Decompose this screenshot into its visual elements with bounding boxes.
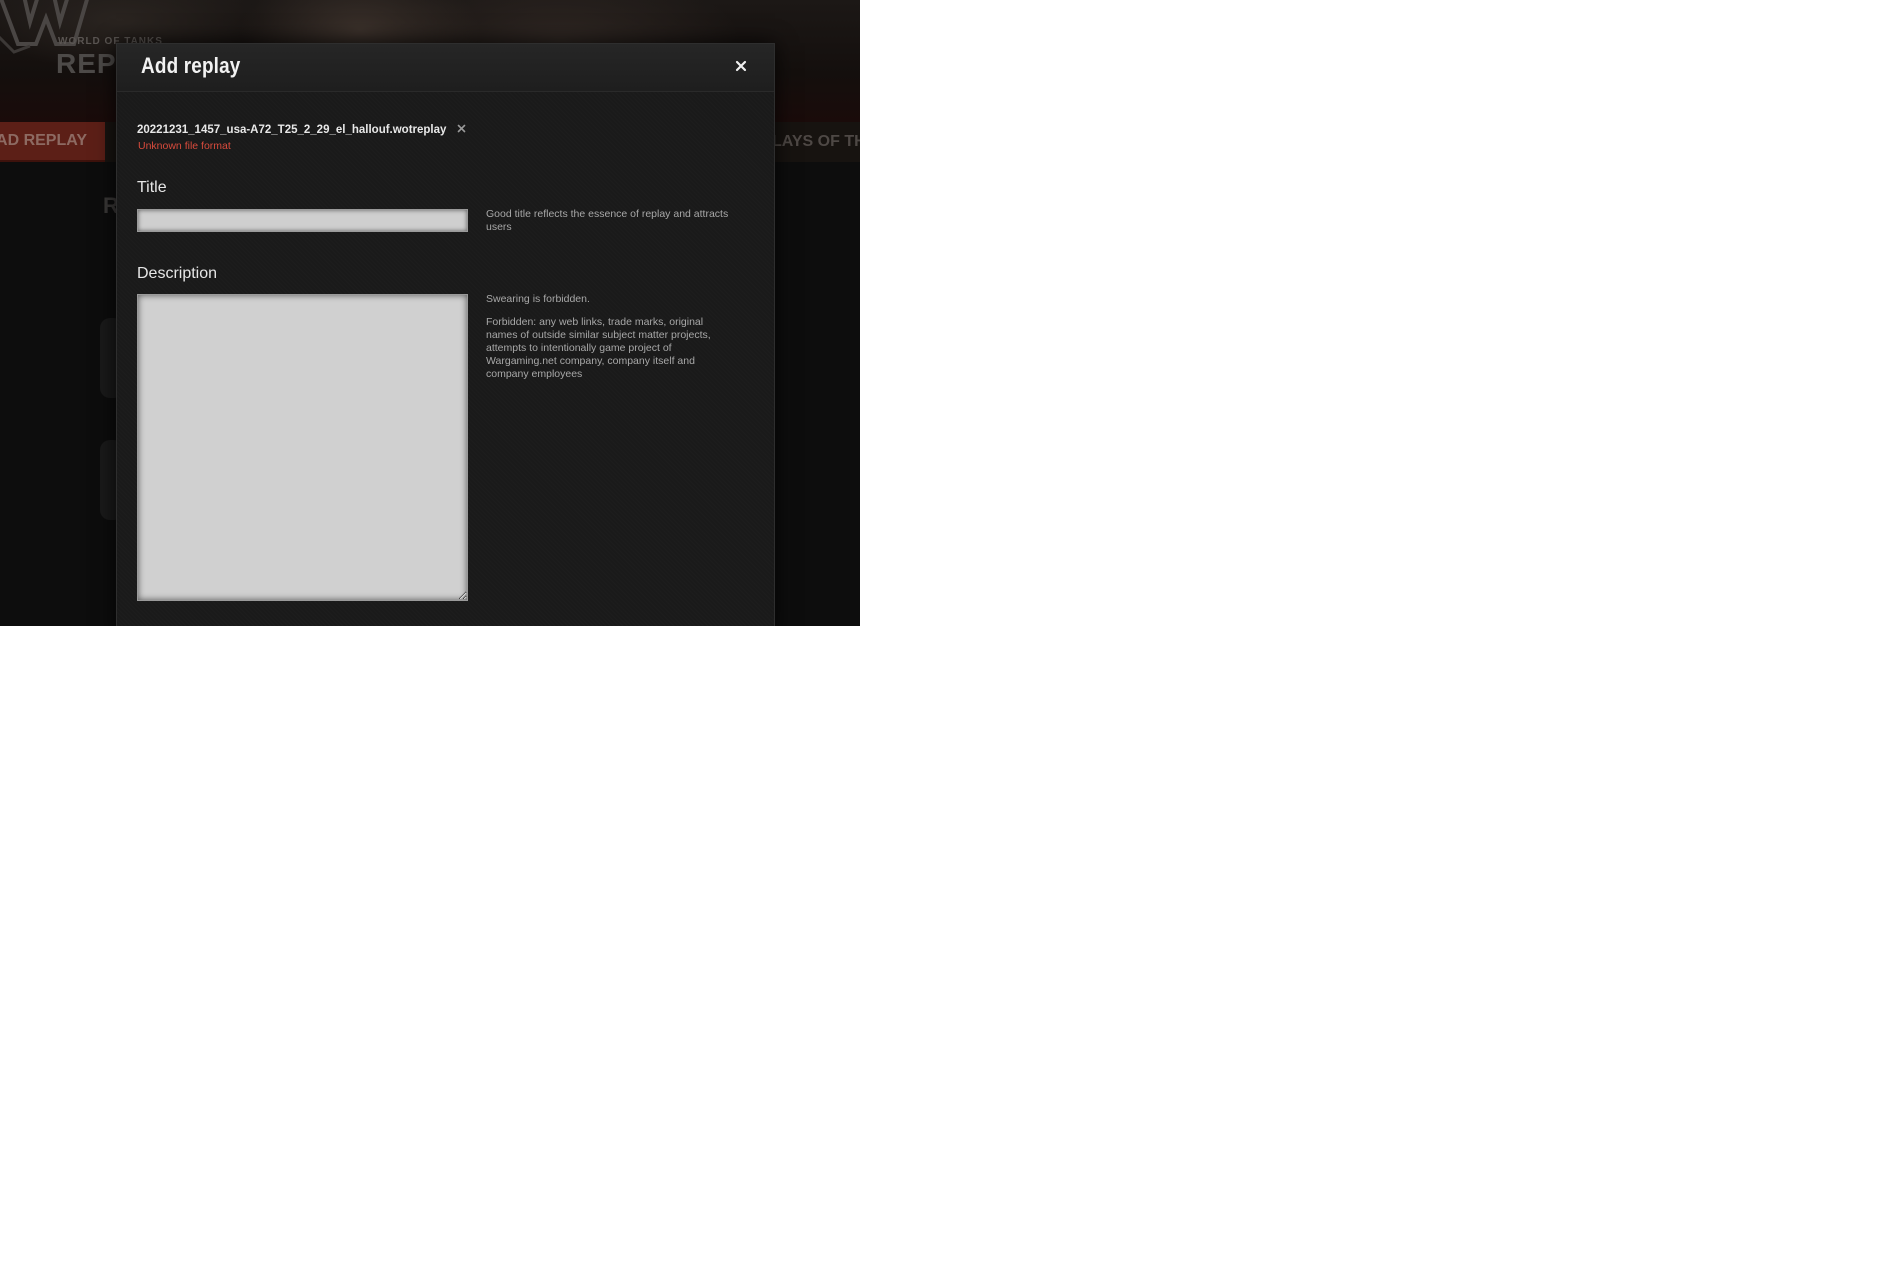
dialog-header: Add replay xyxy=(117,44,774,92)
remove-file-icon[interactable] xyxy=(457,124,466,133)
close-icon[interactable] xyxy=(731,56,751,76)
dialog-title: Add replay xyxy=(141,53,241,78)
description-textarea[interactable] xyxy=(137,294,468,601)
add-replay-dialog: Add replay 20221231_1457_usa-A72_T25_2_2… xyxy=(116,43,775,626)
nav-item-replays[interactable]: LAYS OF TH xyxy=(772,122,860,162)
attached-file: 20221231_1457_usa-A72_T25_2_29_el_hallou… xyxy=(137,120,466,138)
file-error-message: Unknown file format xyxy=(138,140,231,152)
swearing-hint: Swearing is forbidden. xyxy=(486,293,590,305)
description-label: Description xyxy=(137,265,218,282)
app-viewport: WORLD OF TANKS REPL OAD REPLAY LAYS OF T… xyxy=(0,0,860,626)
upload-replay-button[interactable]: OAD REPLAY xyxy=(0,122,105,162)
title-label: Title xyxy=(137,179,167,196)
file-name: 20221231_1457_usa-A72_T25_2_29_el_hallou… xyxy=(137,124,447,136)
title-input[interactable] xyxy=(137,209,468,232)
upload-replay-label: OAD REPLAY xyxy=(0,132,87,149)
forbidden-hint: Forbidden: any web links, trade marks, o… xyxy=(486,316,711,380)
title-hint: Good title reflects the essence of repla… xyxy=(486,208,729,233)
